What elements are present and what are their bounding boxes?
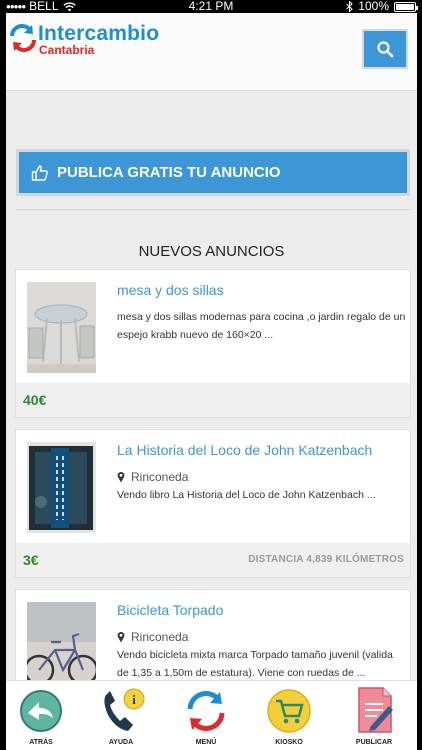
publish-free-ad-button[interactable]: PUBLICA GRATIS TU ANUNCIO [16,149,410,196]
search-icon [377,41,394,58]
listing-footer: 40€ [16,383,410,417]
search-button[interactable] [362,29,408,69]
listing-distance: DISTANCIA 4,839 KILÓMETROS [248,554,404,565]
listing-location: Rinconeda [117,630,188,644]
svg-text:i: i [132,692,136,707]
listing-location-text: Rinconeda [131,630,189,644]
battery-percent: 100% [358,0,389,13]
tab-menu[interactable]: MENÚ [171,681,241,750]
listing-thumbnail [27,442,96,533]
menu-arrows-icon [187,691,225,731]
help-phone-icon: i [104,688,145,731]
listing-title[interactable]: Bicicleta Torpado [117,602,223,618]
listing-footer: 3€ DISTANCIA 4,839 KILÓMETROS [16,543,410,577]
listing-location-text: Rinconeda [131,470,189,484]
listing-description: Vendo bicicleta mixta marca Torpado tama… [117,649,393,679]
tab-help-label: AYUDA [108,739,134,746]
listing-price: 40€ [23,392,47,408]
back-arrow-icon [20,690,62,732]
listing-location: Rinconeda [117,470,188,484]
listing-title[interactable]: La Historia del Loco de John Katzenbach [117,442,372,458]
table-chairs-photo [27,282,96,373]
app-screen: Intercambio Cantabria PUBLICA GRATIS TU … [6,13,417,750]
section-title: NUEVOS ANUNCIOS [138,243,285,260]
thumbs-up-icon [31,164,48,181]
tab-back-label: ATRÁS [29,739,53,746]
book-cover-photo [27,442,96,533]
bottom-tab-bar: ATRÁS i AYUDA MENÚ KIOSKO PUBLICAR [6,680,417,750]
tab-publish-label: PUBLICAR [355,739,393,746]
bluetooth-icon [346,1,354,12]
location-pin-icon [117,472,125,483]
tab-menu-label: MENÚ [195,739,217,746]
tab-back[interactable]: ATRÁS [6,681,76,750]
battery-fill [396,3,414,10]
publish-divider [16,209,410,210]
tab-help[interactable]: i AYUDA [86,681,156,750]
listing-description: Vendo libro La Historia del Loco de John… [117,489,376,501]
listing-description: mesa y dos sillas modernas para cocina ,… [117,311,406,341]
logo-exchange-icon [10,24,36,52]
publish-document-icon [358,687,393,733]
status-right: 100% [346,0,418,13]
shopping-cart-icon [267,689,311,733]
publish-button-label: PUBLICA GRATIS TU ANUNCIO [57,164,281,181]
logo-subtitle: Cantabria [39,43,95,57]
listing-thumbnail [27,282,96,373]
tab-kiosk-label: KIOSKO [275,739,303,746]
header-divider [6,90,417,91]
listing-title[interactable]: mesa y dos sillas [117,282,224,298]
tab-publish[interactable]: PUBLICAR [339,681,409,750]
listing-card[interactable]: La Historia del Loco de John Katzenbach … [15,429,411,578]
app-header: Intercambio Cantabria [6,13,417,90]
location-pin-icon [117,632,125,643]
tab-kiosk[interactable]: KIOSKO [254,681,324,750]
app-logo[interactable]: Intercambio Cantabria [8,19,159,57]
status-bar: ●●●●● BELL 4:21 PM 100% [0,0,422,13]
listing-card[interactable]: mesa y dos sillas mesa y dos sillas mode… [15,269,411,418]
listing-price: 3€ [23,552,39,568]
battery-icon [394,1,418,12]
phone-frame: ●●●●● BELL 4:21 PM 100% Intercambio Cant… [0,0,422,750]
